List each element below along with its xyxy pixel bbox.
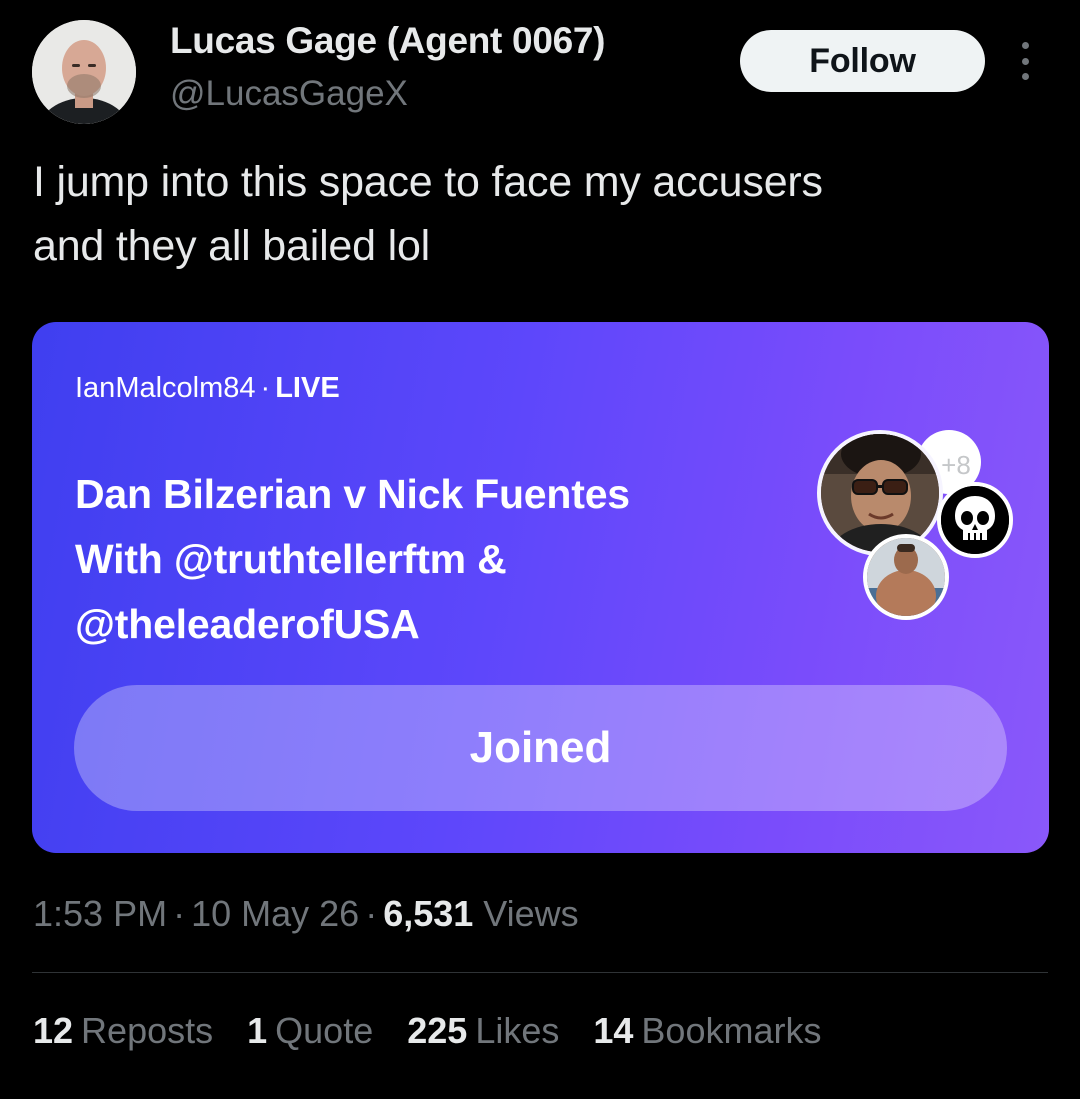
stat-count: 225 bbox=[407, 1010, 468, 1051]
meta-separator: · bbox=[365, 893, 378, 934]
space-card[interactable]: IanMalcolm84 · LIVE Dan Bilzerian v Nick F… bbox=[32, 322, 1049, 853]
follow-button[interactable]: Follow bbox=[740, 30, 985, 92]
space-participants: +8 bbox=[817, 430, 1013, 620]
tweet-text-line: and they all bailed lol bbox=[33, 222, 431, 270]
space-title: Dan Bilzerian v Nick Fuentes With @truth… bbox=[75, 462, 795, 657]
more-vertical-icon-dot bbox=[1021, 57, 1029, 65]
space-live-status: LIVE bbox=[275, 372, 340, 404]
stat-label: Likes bbox=[475, 1010, 560, 1051]
joined-button[interactable]: Joined bbox=[74, 685, 1007, 811]
stat-label: Bookmarks bbox=[641, 1010, 822, 1051]
participant-avatar-image bbox=[867, 538, 945, 616]
author-display-name[interactable]: Lucas Gage (Agent 0067) bbox=[170, 20, 605, 62]
stat-label: Reposts bbox=[81, 1010, 214, 1051]
space-host-name: IanMalcolm84 bbox=[75, 372, 256, 404]
meta-separator: · bbox=[173, 893, 186, 934]
views-label: Views bbox=[483, 893, 579, 934]
participant-avatar bbox=[863, 534, 949, 620]
tweet-text-line: I jump into this space to face my accuse… bbox=[33, 158, 823, 206]
stat-count: 12 bbox=[33, 1010, 74, 1051]
author-avatar-image bbox=[32, 20, 136, 124]
likes-stat[interactable]: 225 Likes bbox=[407, 1010, 559, 1052]
engagement-stats: 12 Reposts 1 Quote 225 Likes 14 Bookmarks bbox=[33, 1010, 821, 1052]
participant-avatar bbox=[937, 482, 1013, 558]
space-title-line: @theleaderofUSA bbox=[75, 601, 420, 647]
author-handle[interactable]: @LucasGageX bbox=[170, 74, 408, 114]
more-vertical-icon-dot bbox=[1021, 73, 1029, 80]
stat-count: 14 bbox=[593, 1010, 634, 1051]
quotes-stat[interactable]: 1 Quote bbox=[247, 1010, 373, 1052]
space-host-row: IanMalcolm84 · LIVE bbox=[75, 372, 340, 405]
tweet-date[interactable]: 10 May 26 bbox=[191, 893, 359, 934]
bookmarks-stat[interactable]: 14 Bookmarks bbox=[593, 1010, 821, 1052]
stat-label: Quote bbox=[275, 1010, 374, 1051]
more-vertical-icon bbox=[1021, 42, 1029, 49]
author-avatar[interactable] bbox=[32, 20, 136, 124]
participant-avatar-image bbox=[821, 434, 939, 552]
space-title-line: With @truthtellerftm & bbox=[75, 536, 507, 582]
more-options-button[interactable] bbox=[1010, 38, 1040, 84]
views-count: 6,531 bbox=[383, 893, 474, 934]
tweet-time[interactable]: 1:53 PM bbox=[33, 893, 167, 934]
space-separator: · bbox=[260, 372, 271, 404]
divider bbox=[32, 972, 1048, 973]
space-title-line: Dan Bilzerian v Nick Fuentes bbox=[75, 471, 630, 517]
tweet-meta: 1:53 PM · 10 May 26 · 6,531 Views bbox=[33, 893, 579, 935]
stat-count: 1 bbox=[247, 1010, 268, 1051]
tweet-text: I jump into this space to face my accuse… bbox=[33, 150, 1043, 278]
reposts-stat[interactable]: 12 Reposts bbox=[33, 1010, 213, 1052]
skull-icon bbox=[941, 486, 1009, 554]
